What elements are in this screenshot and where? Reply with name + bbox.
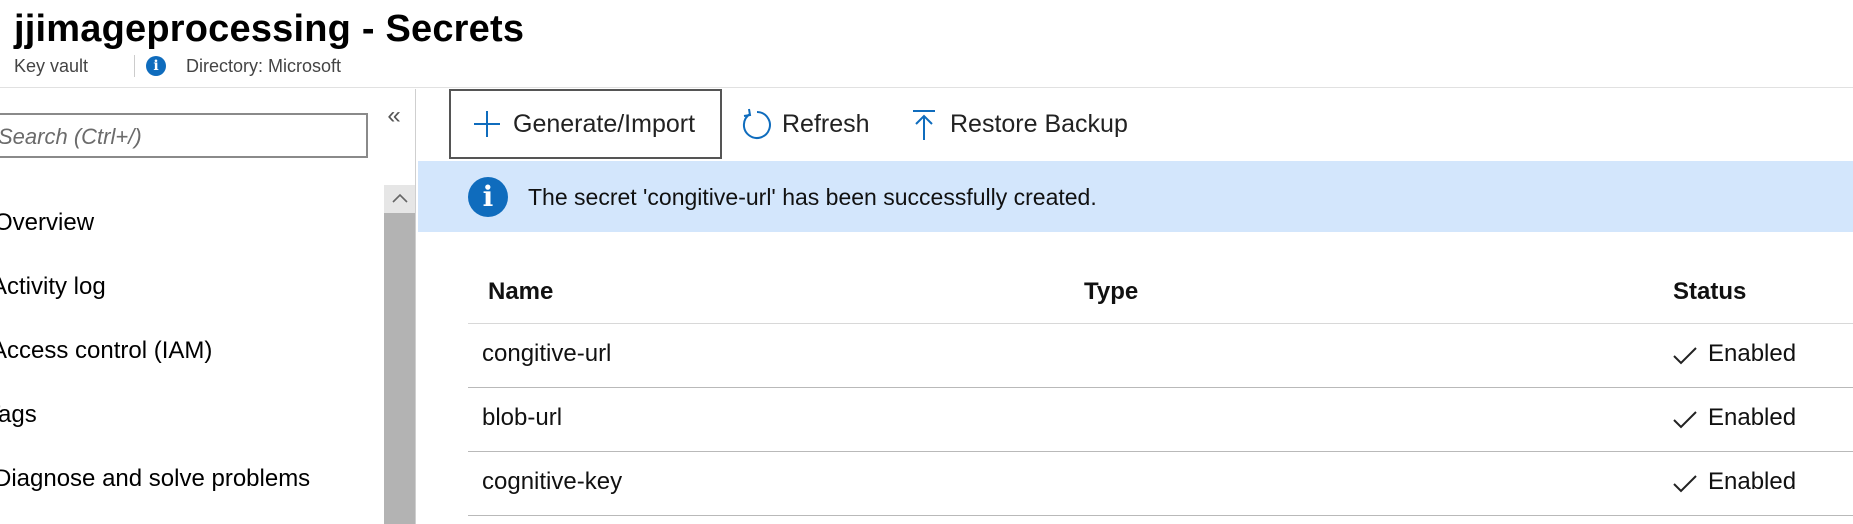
secret-status: Enabled <box>1672 340 1796 368</box>
resource-menu: Search (Ctrl+/) « Overview Activity log … <box>0 89 416 524</box>
checkmark-icon <box>1673 346 1697 365</box>
table-row[interactable]: cognitive-key Enabled <box>468 452 1853 516</box>
scroll-up-icon[interactable] <box>384 185 415 213</box>
notification-message: The secret 'congitive-url' has been succ… <box>528 184 1097 210</box>
column-header-name[interactable]: Name <box>488 278 553 306</box>
status-text: Enabled <box>1708 468 1797 495</box>
restore-backup-button[interactable]: Restore Backup <box>908 89 1128 159</box>
table-header: Name Type Status <box>468 260 1853 324</box>
page-title: jjimageprocessing - Secrets <box>14 8 525 50</box>
command-bar: Generate/Import Refresh Restore Backup <box>418 89 1853 159</box>
directory-label: Directory: Microsoft <box>186 56 342 76</box>
table-row[interactable]: blob-url Enabled <box>468 388 1853 452</box>
sidebar-item-activity-log[interactable]: Activity log <box>0 273 106 301</box>
refresh-icon <box>740 108 772 140</box>
blade-header: jjimageprocessing - Secrets Key vault i … <box>0 0 1853 88</box>
secret-name: cognitive-key <box>482 468 623 495</box>
sidebar-item-overview[interactable]: Overview <box>0 209 94 237</box>
checkmark-icon <box>1673 474 1697 493</box>
resource-type-label: Key vault <box>14 56 89 76</box>
info-icon: i <box>468 177 508 217</box>
sidebar-item-tags[interactable]: Tags <box>0 401 37 429</box>
generate-import-button[interactable]: Generate/Import <box>449 89 722 159</box>
collapse-menu-icon[interactable]: « <box>380 103 408 131</box>
search-placeholder: Search (Ctrl+/) <box>0 124 142 149</box>
status-text: Enabled <box>1708 404 1797 431</box>
status-text: Enabled <box>1708 340 1797 367</box>
table-row[interactable]: congitive-url Enabled <box>468 324 1853 388</box>
search-input[interactable]: Search (Ctrl+/) <box>0 113 368 158</box>
sidebar-item-access-control[interactable]: Access control (IAM) <box>0 337 212 365</box>
refresh-button[interactable]: Refresh <box>740 89 870 159</box>
secret-status: Enabled <box>1672 404 1796 432</box>
sidebar-scrollbar[interactable] <box>384 185 415 524</box>
refresh-label: Refresh <box>782 109 870 138</box>
secret-status: Enabled <box>1672 468 1796 496</box>
sidebar-item-diagnose[interactable]: Diagnose and solve problems <box>0 465 310 493</box>
header-divider <box>134 55 135 77</box>
success-notification: i The secret 'congitive-url' has been su… <box>418 161 1853 232</box>
column-header-type[interactable]: Type <box>1084 278 1138 306</box>
info-icon[interactable]: i <box>146 56 166 76</box>
secret-name: congitive-url <box>482 340 612 367</box>
secret-name: blob-url <box>482 404 563 431</box>
plus-icon <box>471 108 503 140</box>
generate-import-label: Generate/Import <box>513 109 696 138</box>
scroll-thumb[interactable] <box>384 213 415 524</box>
upload-icon <box>908 108 940 140</box>
column-header-status[interactable]: Status <box>1673 278 1746 306</box>
checkmark-icon <box>1673 410 1697 429</box>
restore-backup-label: Restore Backup <box>950 109 1128 138</box>
